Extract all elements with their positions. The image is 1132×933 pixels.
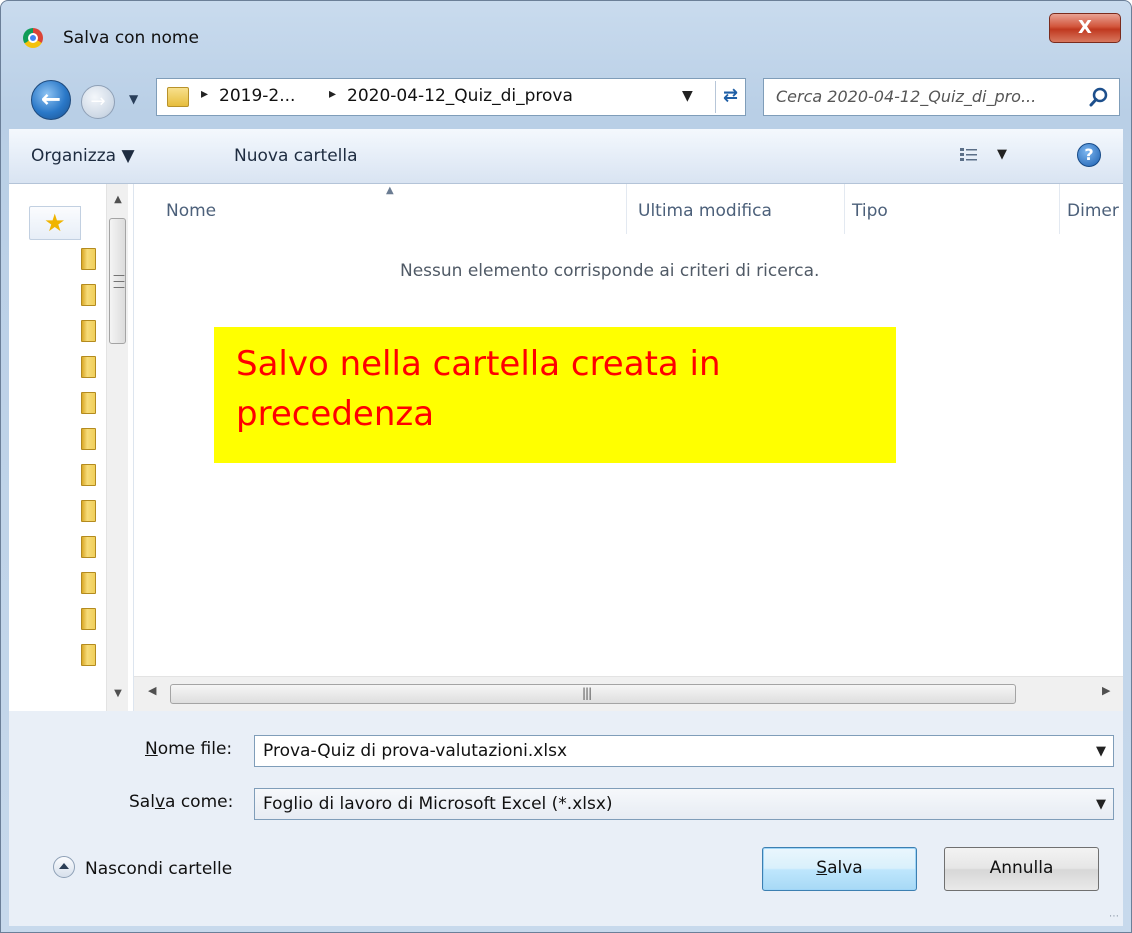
- help-icon[interactable]: ?: [1077, 143, 1101, 167]
- save-as-dialog: Salva con nome X ← → ▼ ▸ 2019-2... ▸ 202…: [0, 0, 1132, 933]
- sort-ascending-icon: ▲: [386, 185, 394, 196]
- column-header-name[interactable]: Nome: [166, 201, 216, 221]
- breadcrumb-item[interactable]: 2019-2...: [219, 86, 295, 106]
- folder-icon[interactable]: [81, 284, 96, 306]
- navigation-pane: ★ ▲ — — — ▼: [9, 184, 134, 711]
- chevron-down-icon[interactable]: ▼: [1096, 744, 1106, 759]
- column-separator[interactable]: [844, 184, 845, 234]
- empty-list-message: Nessun elemento corrisponde ai criteri d…: [400, 261, 820, 281]
- scrollbar-thumb[interactable]: — — —: [109, 218, 126, 344]
- window-title: Salva con nome: [63, 28, 199, 48]
- forward-arrow-icon[interactable]: →: [81, 85, 115, 119]
- breadcrumb-item[interactable]: 2020-04-12_Quiz_di_prova: [347, 86, 573, 106]
- back-arrow-icon[interactable]: ←: [31, 80, 71, 120]
- search-icon[interactable]: [1089, 87, 1109, 107]
- scroll-left-icon[interactable]: ◀: [148, 684, 156, 697]
- save-type-select[interactable]: Foglio di lavoro di Microsoft Excel (*.x…: [254, 788, 1114, 820]
- folder-icon: [167, 87, 189, 107]
- folder-icon[interactable]: [81, 248, 96, 270]
- address-row: ← → ▼ ▸ 2019-2... ▸ 2020-04-12_Quiz_di_p…: [1, 66, 1131, 126]
- save-button[interactable]: Salva: [762, 847, 917, 891]
- refresh-icon[interactable]: ⇄: [715, 81, 745, 113]
- grip-icon: |||: [582, 686, 592, 700]
- scrollbar-thumb[interactable]: |||: [170, 684, 1016, 704]
- folder-icon[interactable]: [81, 356, 96, 378]
- grip-icon: — — —: [113, 268, 125, 294]
- filename-input[interactable]: Prova-Quiz di prova-valutazioni.xlsx ▼: [254, 735, 1114, 767]
- close-button[interactable]: X: [1049, 13, 1121, 43]
- star-icon: ★: [44, 209, 66, 237]
- folder-icon[interactable]: [81, 572, 96, 594]
- folder-icon[interactable]: [81, 464, 96, 486]
- column-header-type[interactable]: Tipo: [852, 201, 888, 221]
- address-dropdown-icon[interactable]: ▼: [682, 88, 693, 104]
- breadcrumb-arrow-icon[interactable]: ▸: [329, 86, 336, 102]
- column-header-modified[interactable]: Ultima modifica: [638, 201, 772, 221]
- resize-grip-icon[interactable]: ⋯: [1109, 911, 1119, 922]
- chevron-down-icon[interactable]: ▼: [1096, 797, 1106, 812]
- view-options-icon[interactable]: [959, 147, 979, 163]
- hide-folders-button[interactable]: Nascondi cartelle: [85, 859, 232, 879]
- organize-menu[interactable]: Organizza ▼: [31, 146, 135, 166]
- filename-value: Prova-Quiz di prova-valutazioni.xlsx: [263, 741, 567, 761]
- column-separator[interactable]: [626, 184, 627, 234]
- save-type-label: Salva come:: [129, 792, 234, 812]
- address-bar[interactable]: ▸ 2019-2... ▸ 2020-04-12_Quiz_di_prova ▼…: [156, 78, 746, 116]
- save-form: Nome file: Prova-Quiz di prova-valutazio…: [9, 711, 1123, 926]
- filename-label: Nome file:: [145, 739, 233, 759]
- folder-icon[interactable]: [81, 608, 96, 630]
- chrome-icon: [23, 28, 43, 48]
- breadcrumb-arrow-icon[interactable]: ▸: [201, 86, 208, 102]
- command-toolbar: Organizza ▼ Nuova cartella ▼ ?: [9, 129, 1123, 184]
- history-dropdown-icon[interactable]: ▼: [129, 92, 138, 106]
- folder-icon[interactable]: [81, 536, 96, 558]
- folder-icon[interactable]: [81, 428, 96, 450]
- column-header-size[interactable]: Dimer: [1067, 201, 1119, 221]
- save-type-value: Foglio di lavoro di Microsoft Excel (*.x…: [263, 794, 613, 814]
- title-bar: Salva con nome X: [1, 1, 1131, 59]
- nav-vertical-scrollbar[interactable]: ▲ — — — ▼: [106, 184, 128, 711]
- scroll-right-icon[interactable]: ▶: [1102, 684, 1110, 697]
- new-folder-button[interactable]: Nuova cartella: [234, 146, 358, 166]
- horizontal-scrollbar[interactable]: ◀ ||| ▶: [134, 676, 1123, 711]
- folder-icon[interactable]: [81, 392, 96, 414]
- scroll-up-icon[interactable]: ▲: [107, 190, 129, 210]
- folder-icon[interactable]: [81, 500, 96, 522]
- search-placeholder: Cerca 2020-04-12_Quiz_di_pro...: [776, 87, 1037, 106]
- favorites-item[interactable]: ★: [29, 206, 81, 240]
- view-dropdown-icon[interactable]: ▼: [997, 147, 1007, 162]
- search-input[interactable]: Cerca 2020-04-12_Quiz_di_pro...: [763, 78, 1120, 116]
- folder-icon[interactable]: [81, 320, 96, 342]
- column-separator[interactable]: [1059, 184, 1060, 234]
- collapse-icon[interactable]: [53, 856, 75, 878]
- annotation-callout: Salvo nella cartella creata in precedenz…: [214, 327, 896, 463]
- cancel-button[interactable]: Annulla: [944, 847, 1099, 891]
- scroll-down-icon[interactable]: ▼: [107, 684, 129, 704]
- folder-icon[interactable]: [81, 644, 96, 666]
